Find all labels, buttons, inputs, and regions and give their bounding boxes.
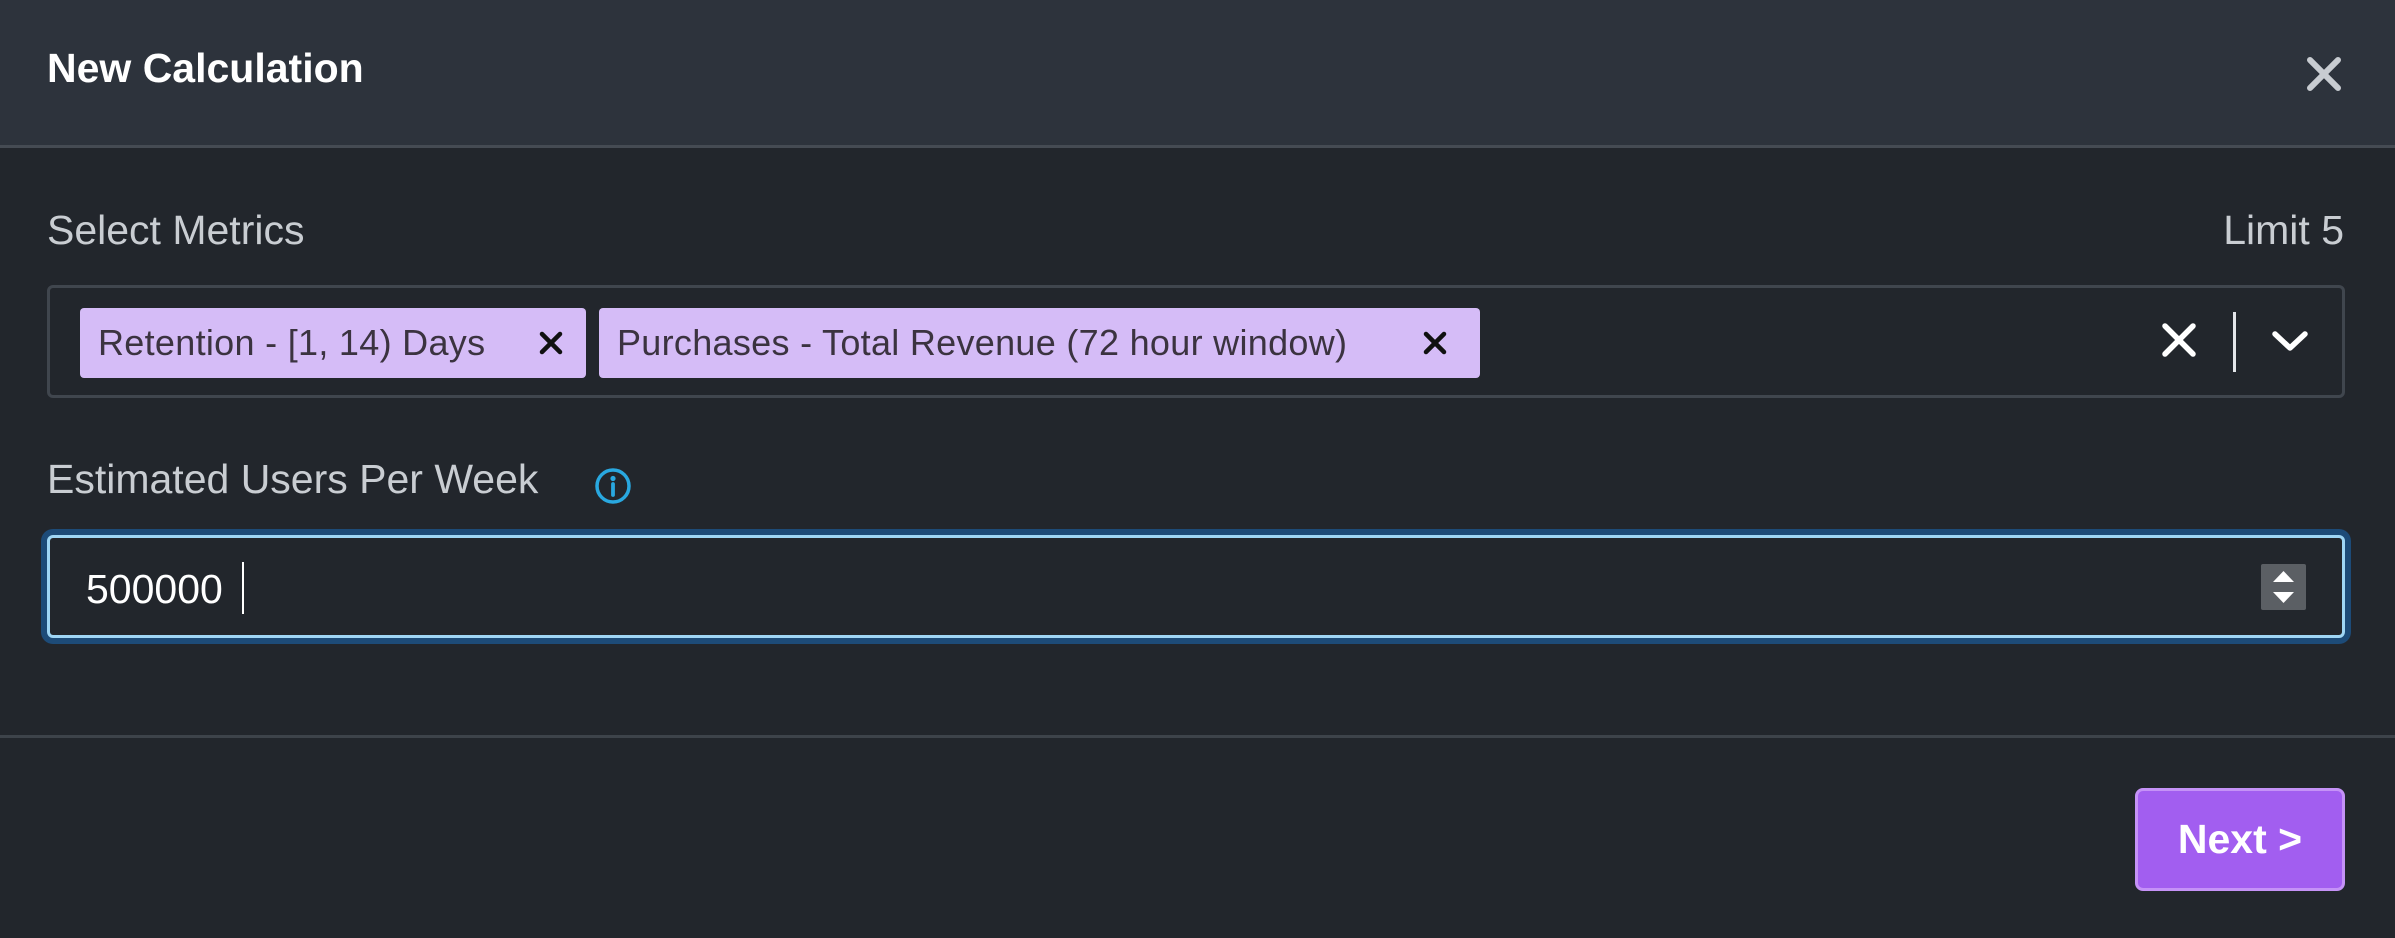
metric-chip: Retention - [1, 14) Days [80, 308, 586, 378]
info-icon[interactable] [593, 466, 633, 506]
close-icon[interactable] [2302, 52, 2346, 96]
metric-chip-label: Retention - [1, 14) Days [98, 322, 486, 363]
new-calculation-modal: New Calculation Select Metrics Limit 5 R… [0, 0, 2395, 938]
modal-title: New Calculation [47, 45, 364, 91]
text-caret [242, 562, 244, 614]
metric-chip-label: Purchases - Total Revenue (72 hour windo… [617, 322, 1348, 363]
estimated-users-input[interactable]: 500000 [47, 535, 2345, 638]
modal-body: Select Metrics Limit 5 Retention - [1, 1… [0, 148, 2395, 735]
select-divider [2233, 312, 2236, 372]
chip-remove-icon[interactable] [537, 329, 565, 357]
metric-chip: Purchases - Total Revenue (72 hour windo… [599, 308, 1480, 378]
estimated-users-value: 500000 [86, 566, 223, 612]
modal-footer: Next > [0, 735, 2395, 938]
metrics-multi-select[interactable]: Retention - [1, 14) Days Purchases - Tot… [47, 285, 2345, 398]
limit-label: Limit 5 [2223, 207, 2344, 253]
next-button[interactable]: Next > [2135, 788, 2345, 891]
chevron-down-icon[interactable] [2270, 324, 2310, 358]
estimated-users-label: Estimated Users Per Week [47, 456, 539, 502]
modal-header: New Calculation [0, 0, 2395, 148]
chip-remove-icon[interactable] [1421, 329, 1449, 357]
select-metrics-label: Select Metrics [47, 207, 305, 253]
clear-selection-icon[interactable] [2159, 320, 2199, 360]
spinner-arrows-icon[interactable] [2261, 564, 2306, 610]
